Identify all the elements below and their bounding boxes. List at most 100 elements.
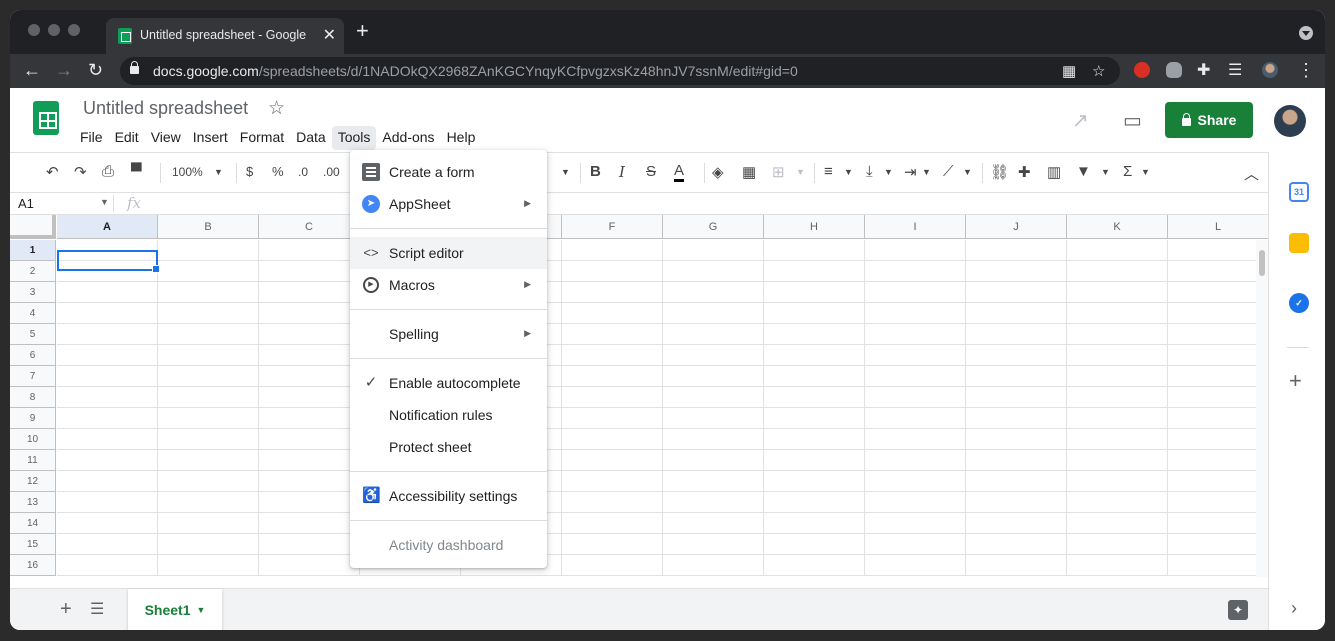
menu-item-spelling[interactable]: Spelling ▶	[350, 318, 547, 350]
column-header-i[interactable]: I	[865, 215, 966, 239]
menu-edit[interactable]: Edit	[109, 126, 145, 150]
menu-help[interactable]: Help	[441, 126, 482, 150]
row-header-1[interactable]: 1	[10, 240, 56, 261]
row-header-3[interactable]: 3	[10, 282, 56, 303]
menu-add-ons[interactable]: Add-ons	[376, 126, 440, 150]
column-header-j[interactable]: J	[966, 215, 1067, 239]
calendar-icon[interactable]: 31	[1289, 182, 1309, 202]
row-header-10[interactable]: 10	[10, 429, 56, 450]
address-bar[interactable]: docs.google.com/spreadsheets/d/1NADOkQX2…	[120, 57, 1120, 85]
comments-icon[interactable]: ▭	[1123, 108, 1142, 133]
merge-caret-icon[interactable]: ▼	[796, 167, 805, 177]
column-header-f[interactable]: F	[562, 215, 663, 239]
collapse-chevron-icon[interactable]: ︿	[1244, 163, 1259, 184]
text-color-button[interactable]: A	[674, 163, 685, 182]
maximize-window-button[interactable]	[68, 24, 80, 36]
insert-link-icon[interactable]: ⛓	[990, 163, 1009, 181]
row-header-7[interactable]: 7	[10, 366, 56, 387]
bold-button[interactable]: B	[590, 163, 601, 180]
bookmark-star-icon[interactable]: ☆	[1092, 62, 1105, 80]
halign-caret-icon[interactable]: ▼	[844, 167, 853, 177]
menu-item-protect-sheet[interactable]: Protect sheet	[350, 431, 547, 463]
profile-avatar-icon[interactable]	[1262, 62, 1278, 78]
zoom-select[interactable]: 100%	[172, 165, 203, 179]
row-header-14[interactable]: 14	[10, 513, 56, 534]
text-wrap-icon[interactable]: ⇥	[904, 163, 917, 181]
minimize-window-button[interactable]	[48, 24, 60, 36]
valign-caret-icon[interactable]: ▼	[884, 167, 893, 177]
text-rotation-icon[interactable]: ⟋	[943, 163, 954, 180]
star-icon[interactable]: ☆	[268, 97, 285, 120]
vertical-align-icon[interactable]: ⤓	[866, 163, 873, 180]
sheet-tab[interactable]: Sheet1 ▼	[128, 589, 222, 630]
row-header-15[interactable]: 15	[10, 534, 56, 555]
row-header-2[interactable]: 2	[10, 261, 56, 282]
browser-menu-icon[interactable]: ⋮	[1297, 60, 1315, 81]
explore-icon[interactable]: ✦	[1228, 600, 1248, 620]
row-header-11[interactable]: 11	[10, 450, 56, 471]
menu-data[interactable]: Data	[290, 126, 332, 150]
menu-item-create-form[interactable]: Create a form	[350, 156, 547, 188]
close-window-button[interactable]	[28, 24, 40, 36]
menu-item-appsheet[interactable]: ➤ AppSheet ▶	[350, 188, 547, 220]
row-header-9[interactable]: 9	[10, 408, 56, 429]
column-header-k[interactable]: K	[1067, 215, 1168, 239]
cell-area[interactable]	[57, 240, 1257, 576]
borders-icon[interactable]: ▦	[742, 163, 756, 181]
tab-search-icon[interactable]	[1299, 26, 1313, 40]
menu-item-notification-rules[interactable]: Notification rules	[350, 399, 547, 431]
vertical-scrollbar[interactable]	[1256, 240, 1268, 577]
active-cell-a1[interactable]	[57, 250, 160, 273]
select-all-corner[interactable]	[10, 215, 56, 239]
functions-caret-icon[interactable]: ▼	[1141, 167, 1150, 177]
strikethrough-button[interactable]: S	[646, 163, 656, 180]
column-header-g[interactable]: G	[663, 215, 764, 239]
functions-button[interactable]: Σ	[1123, 163, 1132, 180]
menu-item-accessibility-settings[interactable]: ♿ Accessibility settings	[350, 480, 547, 512]
add-addon-icon[interactable]: +	[1289, 368, 1302, 394]
font-size-caret-icon[interactable]: ▼	[561, 167, 570, 177]
column-header-c[interactable]: C	[259, 215, 360, 239]
vertical-scroll-thumb[interactable]	[1259, 250, 1265, 276]
row-header-6[interactable]: 6	[10, 345, 56, 366]
tab-close-icon[interactable]: ✕	[323, 25, 336, 45]
menu-item-script-editor[interactable]: <> Script editor	[350, 237, 547, 269]
forward-icon[interactable]: →	[55, 60, 73, 81]
sheets-logo-icon[interactable]	[33, 101, 59, 135]
reload-icon[interactable]: ↻	[88, 60, 103, 81]
row-header-12[interactable]: 12	[10, 471, 56, 492]
merge-cells-icon[interactable]: ⊞	[772, 163, 785, 181]
redo-icon[interactable]: ↷	[74, 163, 87, 181]
menu-tools[interactable]: Tools	[331, 126, 377, 150]
menu-view[interactable]: View	[145, 126, 187, 150]
share-button[interactable]: Share	[1165, 102, 1253, 138]
sheet-tab-caret-icon[interactable]: ▼	[197, 605, 206, 615]
name-box-caret-icon[interactable]: ▼	[100, 197, 109, 207]
back-icon[interactable]: ←	[23, 60, 41, 81]
wrap-caret-icon[interactable]: ▼	[922, 167, 931, 177]
add-sheet-button[interactable]: +	[60, 598, 72, 621]
all-sheets-icon[interactable]: ☰	[90, 599, 104, 619]
menu-format[interactable]: Format	[234, 126, 290, 150]
document-title[interactable]: Untitled spreadsheet	[83, 98, 248, 119]
extensions-puzzle-icon[interactable]: ✚	[1197, 60, 1210, 80]
zoom-caret-icon[interactable]: ▼	[214, 167, 223, 177]
menu-item-enable-autocomplete[interactable]: ✓ Enable autocomplete	[350, 367, 547, 399]
extension-hand-icon[interactable]	[1134, 62, 1150, 78]
menu-item-macros[interactable]: ▶ Macros ▶	[350, 269, 547, 301]
italic-button[interactable]: I	[619, 163, 625, 181]
column-header-b[interactable]: B	[158, 215, 259, 239]
print-icon[interactable]: ⎙	[102, 163, 114, 180]
insert-chart-icon[interactable]: ▥	[1047, 163, 1061, 181]
tasks-icon[interactable]: ✓	[1289, 293, 1309, 313]
menu-insert[interactable]: Insert	[187, 126, 234, 150]
extension-cloud-icon[interactable]	[1166, 62, 1182, 78]
filter-caret-icon[interactable]: ▼	[1101, 167, 1110, 177]
row-header-13[interactable]: 13	[10, 492, 56, 513]
spreadsheet-grid[interactable]: ABCDEFGHIJKL 12345678910111213141516	[10, 215, 1268, 577]
decrease-decimal-button[interactable]: .0	[298, 165, 308, 179]
account-avatar[interactable]	[1274, 105, 1306, 137]
row-header-4[interactable]: 4	[10, 303, 56, 324]
expand-panel-chevron-icon[interactable]: ›	[1291, 598, 1297, 619]
menu-file[interactable]: File	[74, 126, 109, 150]
